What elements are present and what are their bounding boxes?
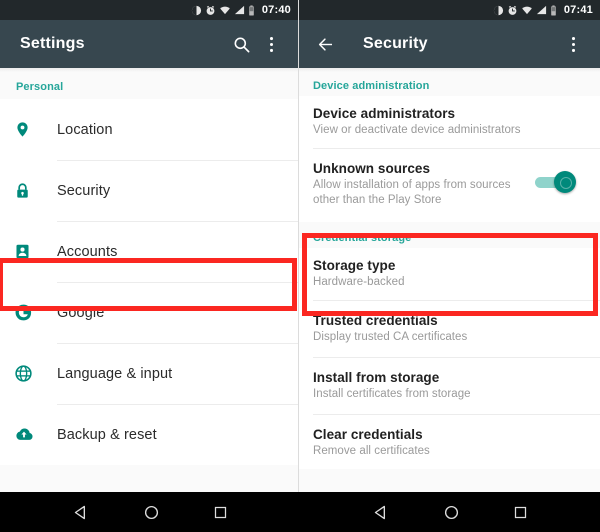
toggle-knob bbox=[554, 171, 576, 193]
sidebar-item-accounts[interactable]: Accounts bbox=[0, 221, 298, 282]
account-badge-icon bbox=[14, 242, 57, 261]
settings-screen-panel: 07:40 Settings Personal Location Securit… bbox=[0, 0, 299, 532]
pref-subtitle: Hardware-backed bbox=[313, 276, 405, 288]
dnd-icon bbox=[191, 5, 202, 16]
signal-icon bbox=[536, 5, 547, 16]
back-triangle-icon[interactable] bbox=[73, 504, 90, 521]
alarm-icon bbox=[507, 5, 518, 16]
sidebar-item-google[interactable]: Google bbox=[0, 282, 298, 343]
overflow-menu-icon[interactable] bbox=[558, 29, 588, 59]
pref-title: Storage type bbox=[313, 258, 396, 273]
overflow-menu-icon[interactable] bbox=[256, 29, 286, 59]
status-bar-left: 07:40 bbox=[0, 0, 298, 20]
sidebar-item-security[interactable]: Security bbox=[0, 160, 298, 221]
back-triangle-icon[interactable] bbox=[373, 504, 390, 521]
sidebar-item-label: Language & input bbox=[57, 365, 173, 382]
pref-clear-credentials[interactable]: Clear credentials Remove all certificate… bbox=[299, 414, 600, 469]
sidebar-item-location[interactable]: Location bbox=[0, 99, 298, 160]
pref-text: Storage type Hardware-backed bbox=[313, 257, 586, 290]
pref-text: Clear credentials Remove all certificate… bbox=[313, 426, 586, 459]
nav-buttons-left bbox=[0, 492, 300, 532]
sidebar-item-label: Location bbox=[57, 121, 113, 138]
pref-subtitle: View or deactivate device administrators bbox=[313, 124, 521, 136]
settings-list-scroll[interactable]: Personal Location Security Accounts Goog… bbox=[0, 68, 298, 532]
pref-subtitle: Display trusted CA certificates bbox=[313, 331, 468, 343]
sidebar-item-label: Google bbox=[57, 304, 105, 321]
pref-title: Unknown sources bbox=[313, 161, 431, 176]
sidebar-item-label: Security bbox=[57, 182, 111, 199]
app-bar-settings: Settings bbox=[0, 20, 298, 68]
pref-device-administrators[interactable]: Device administrators View or deactivate… bbox=[299, 96, 600, 148]
home-circle-icon[interactable] bbox=[143, 504, 160, 521]
pref-text: Install from storage Install certificate… bbox=[313, 369, 586, 402]
battery-icon bbox=[248, 4, 255, 16]
pref-title: Install from storage bbox=[313, 370, 440, 385]
status-bar-right: 07:41 bbox=[299, 0, 600, 20]
back-arrow-icon[interactable] bbox=[311, 29, 341, 59]
unknown-sources-toggle[interactable] bbox=[535, 169, 577, 195]
pref-subtitle: Install certificates from storage bbox=[313, 388, 471, 400]
alarm-icon bbox=[205, 5, 216, 16]
pref-subtitle: Remove all certificates bbox=[313, 445, 430, 457]
home-circle-icon[interactable] bbox=[443, 504, 460, 521]
pref-unknown-sources[interactable]: Unknown sources Allow installation of ap… bbox=[299, 148, 600, 222]
search-icon[interactable] bbox=[226, 29, 256, 59]
dual-screenshot-composite: 07:40 Settings Personal Location Securit… bbox=[0, 0, 600, 532]
pref-install-from-storage[interactable]: Install from storage Install certificate… bbox=[299, 357, 600, 414]
status-icons bbox=[493, 4, 557, 16]
sidebar-item-label: Accounts bbox=[57, 243, 118, 260]
battery-icon bbox=[550, 4, 557, 16]
location-pin-icon bbox=[14, 119, 57, 140]
nav-buttons-right bbox=[300, 492, 600, 532]
lock-icon bbox=[14, 181, 57, 201]
status-icons bbox=[191, 4, 255, 16]
section-header-credential-storage: Credential storage bbox=[313, 232, 412, 244]
sidebar-item-label: Backup & reset bbox=[57, 426, 157, 443]
pref-title: Trusted credentials bbox=[313, 313, 438, 328]
pref-storage-type[interactable]: Storage type Hardware-backed bbox=[299, 248, 600, 300]
cloud-upload-icon bbox=[14, 426, 57, 443]
clock-right: 07:41 bbox=[563, 4, 593, 16]
section-header-device-administration: Device administration bbox=[313, 80, 430, 92]
pref-subtitle: Allow installation of apps from sources … bbox=[313, 179, 511, 206]
wifi-icon bbox=[219, 5, 231, 16]
pref-text: Device administrators View or deactivate… bbox=[313, 105, 586, 138]
security-list-scroll[interactable]: Device administration Device administrat… bbox=[299, 68, 600, 532]
pref-trusted-credentials[interactable]: Trusted credentials Display trusted CA c… bbox=[299, 300, 600, 357]
sidebar-item-language-input[interactable]: Language & input bbox=[0, 343, 298, 404]
dnd-icon bbox=[493, 5, 504, 16]
google-g-icon bbox=[14, 303, 57, 322]
system-navigation-bar bbox=[0, 492, 600, 532]
sidebar-item-backup-reset[interactable]: Backup & reset bbox=[0, 404, 298, 465]
pref-title: Clear credentials bbox=[313, 427, 423, 442]
pref-text: Unknown sources Allow installation of ap… bbox=[313, 160, 535, 208]
pref-title: Device administrators bbox=[313, 106, 456, 121]
section-header-personal: Personal bbox=[16, 81, 64, 93]
clock-left: 07:40 bbox=[261, 4, 291, 16]
page-title-security: Security bbox=[363, 35, 428, 52]
wifi-icon bbox=[521, 5, 533, 16]
security-screen-panel: 07:41 Security Device administration Dev… bbox=[299, 0, 600, 532]
signal-icon bbox=[234, 5, 245, 16]
app-bar-security: Security bbox=[299, 20, 600, 68]
recents-square-icon[interactable] bbox=[213, 505, 228, 520]
globe-icon bbox=[14, 364, 57, 383]
pref-text: Trusted credentials Display trusted CA c… bbox=[313, 312, 586, 345]
recents-square-icon[interactable] bbox=[513, 505, 528, 520]
page-title-settings: Settings bbox=[20, 35, 85, 52]
